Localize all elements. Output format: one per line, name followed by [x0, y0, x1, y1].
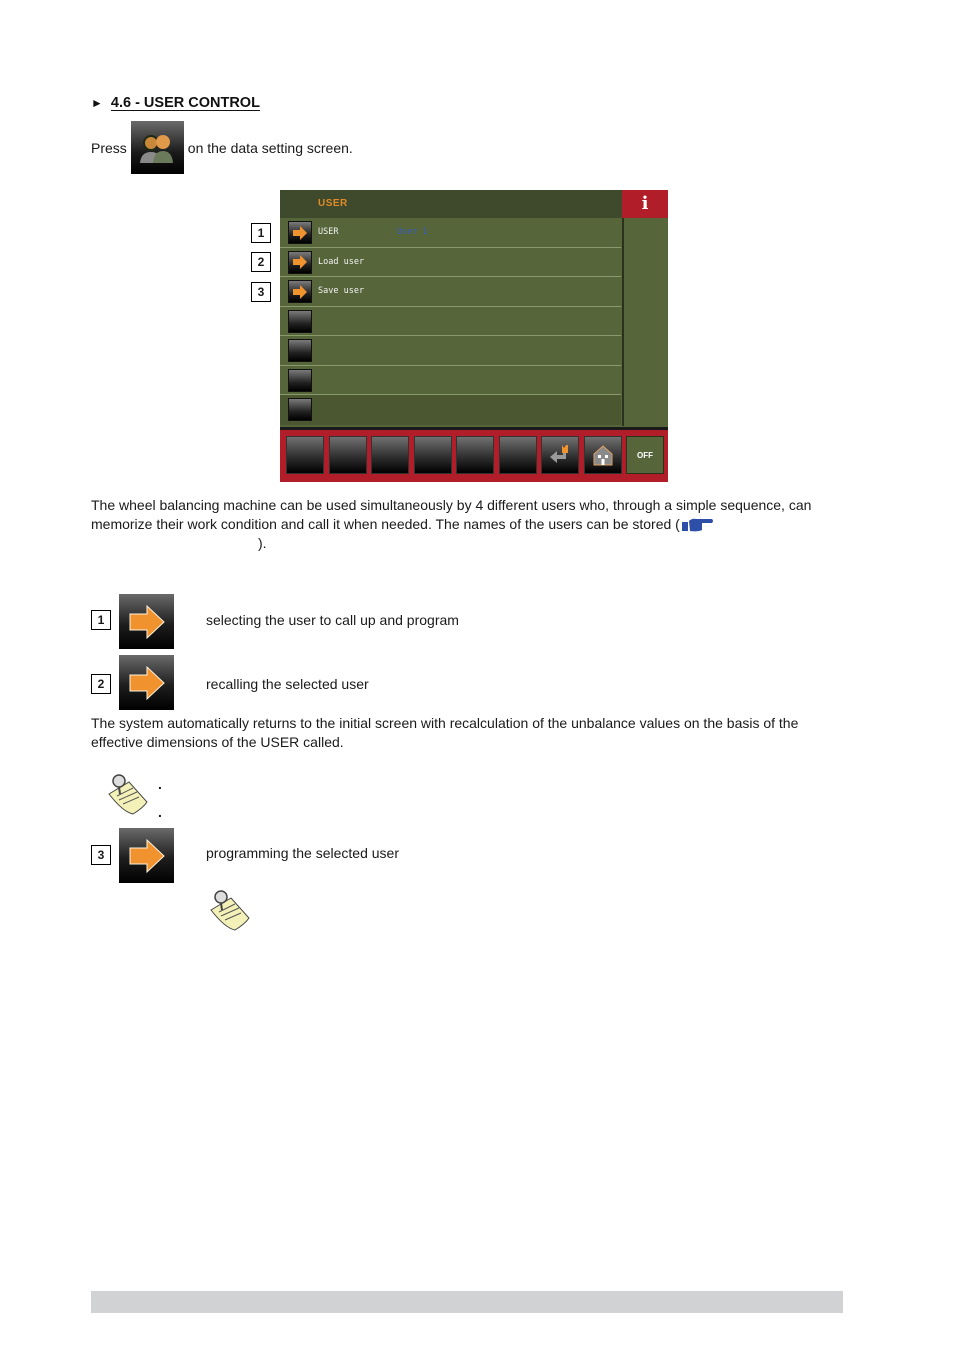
arrow-button[interactable]	[288, 221, 312, 244]
home-icon	[593, 445, 612, 466]
toolbar-blank-button-4[interactable]	[413, 436, 452, 474]
press-text-after: on the data setting screen.	[187, 139, 353, 156]
row-label: Load user	[318, 256, 365, 267]
arrow-right-icon	[293, 284, 307, 299]
back-arrow-icon	[550, 445, 568, 463]
menu-row-save-user[interactable]: Save user	[280, 277, 621, 307]
callout-2: 2	[251, 252, 271, 272]
blank-button[interactable]	[288, 339, 312, 362]
step-3-number: 3	[91, 845, 111, 865]
screen-header: USER	[280, 190, 622, 218]
blank-button[interactable]	[288, 309, 312, 333]
row-label: USER	[318, 227, 339, 237]
blank-button[interactable]	[288, 368, 312, 392]
section-title: 4.6 - USER CONTROL	[110, 95, 260, 111]
menu-row-load-user[interactable]: Load user	[280, 248, 621, 277]
callout-3: 3	[251, 282, 271, 302]
back-button[interactable]	[541, 436, 579, 474]
press-instruction: Press on the data setting screen.	[91, 121, 353, 174]
menu-row-empty	[280, 336, 621, 366]
heading-marker: ►	[91, 96, 103, 110]
side-panel	[622, 218, 668, 426]
step-1-arrow-button	[119, 594, 174, 649]
pointing-hand-icon	[681, 518, 713, 532]
recall-line-2: effective dimensions of the USER called.	[91, 734, 344, 750]
intro-line-2: memorize their work condition and call i…	[91, 515, 851, 534]
blank-button[interactable]	[288, 398, 312, 421]
recall-paragraph: The system automatically returns to the …	[91, 714, 851, 752]
intro-line-1: The wheel balancing machine can be used …	[91, 497, 812, 513]
users-button[interactable]	[130, 121, 184, 174]
menu-row-empty	[280, 307, 621, 336]
step-1-text: selecting the user to call up and progra…	[206, 612, 459, 628]
toolbar-blank-button-2[interactable]	[328, 436, 367, 474]
section-heading: ► 4.6 - USER CONTROL	[91, 95, 260, 111]
step-2-number: 2	[91, 674, 111, 694]
arrow-right-icon	[129, 604, 165, 639]
arrow-right-icon	[129, 838, 165, 873]
menu-row-empty	[280, 395, 621, 425]
row-label: Save user	[318, 286, 365, 296]
menu-list: USER User 1 Load user Save user	[280, 218, 621, 425]
step-3-arrow-button	[119, 828, 174, 883]
callout-1: 1	[251, 223, 271, 243]
user-screen: USER i USER User 1 Load user Save user O…	[280, 190, 668, 482]
arrow-right-icon	[293, 255, 307, 269]
off-button[interactable]: OFF	[626, 436, 664, 474]
step-2-arrow-button	[119, 655, 174, 710]
note-icon	[205, 888, 253, 935]
toolbar-blank-button-1[interactable]	[286, 436, 324, 474]
home-button[interactable]	[583, 436, 622, 474]
note-bullet-1: .	[158, 776, 162, 792]
menu-row-user[interactable]: USER User 1	[280, 218, 621, 248]
note-bullet-2: .	[158, 804, 162, 820]
intro-line-2-text: memorize their work condition and call i…	[91, 516, 680, 532]
arrow-right-icon	[129, 665, 165, 700]
arrow-button[interactable]	[288, 280, 312, 303]
arrow-right-icon	[293, 225, 307, 240]
screen-title: USER	[318, 198, 348, 209]
recall-line-1: The system automatically returns to the …	[91, 715, 799, 731]
toolbar-blank-button-6[interactable]	[498, 436, 537, 474]
intro-line-3: ).	[258, 535, 267, 551]
step-3-text: programming the selected user	[206, 845, 399, 861]
users-icon	[140, 134, 174, 163]
step-1-number: 1	[91, 610, 111, 630]
footer-bar	[91, 1291, 843, 1313]
arrow-button[interactable]	[288, 250, 312, 274]
toolbar-blank-button-5[interactable]	[456, 436, 494, 474]
note-icon	[103, 772, 151, 819]
menu-row-empty	[280, 366, 621, 395]
toolbar-blank-button-3[interactable]	[371, 436, 409, 474]
info-button[interactable]: i	[622, 190, 668, 218]
step-2-text: recalling the selected user	[206, 676, 369, 692]
row-value: User 1	[397, 227, 428, 237]
screen-toolbar: OFF	[280, 427, 668, 482]
intro-paragraph: The wheel balancing machine can be used …	[91, 496, 851, 553]
press-text: Press	[91, 139, 127, 156]
